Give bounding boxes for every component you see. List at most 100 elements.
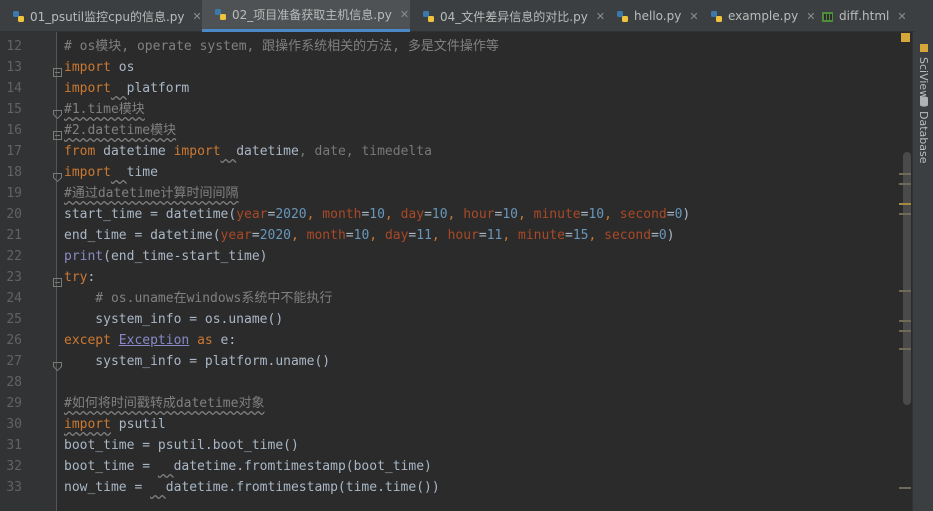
tab-01-psutil[interactable]: 01_psutil监控cpu的信息.py ✕ <box>0 0 202 32</box>
editor-tab-bar: 01_psutil监控cpu的信息.py ✕ 02_项目准备获取主机信息.py … <box>0 0 933 32</box>
database-icon <box>919 92 929 111</box>
python-file-icon <box>422 10 435 23</box>
tab-label: diff.html <box>839 9 890 23</box>
sciview-tool-tab[interactable]: SciView <box>913 38 933 99</box>
code-text: try: <box>64 270 96 285</box>
line-number: 33 <box>6 480 22 495</box>
code-line: 17 from datetime import datetime, date, … <box>0 141 900 162</box>
line-number: 27 <box>6 354 22 369</box>
line-number: 31 <box>6 438 22 453</box>
python-file-icon <box>214 8 227 21</box>
code-line: 14 import platform <box>0 78 900 99</box>
code-line: 30 import psutil <box>0 414 900 435</box>
code-editor[interactable]: 12 # os模块, operate system, 跟操作系统相关的方法, 多… <box>0 32 900 511</box>
code-line: 21 end_time = datetime(year=2020, month=… <box>0 225 900 246</box>
code-text: #通过datetime计算时间间隔 <box>64 186 239 201</box>
code-line: 29 #如何将时间戳转成datetime对象 <box>0 393 900 414</box>
code-text: #1.time模块 <box>64 102 145 117</box>
warning-mark[interactable] <box>899 320 911 322</box>
warning-mark[interactable] <box>899 213 911 215</box>
tab-diff-html[interactable]: diff.html ✕ <box>809 0 915 32</box>
code-text: start_time = datetime(year=2020, month=1… <box>64 207 691 222</box>
tab-04-diff[interactable]: 04_文件差异信息的对比.py ✕ <box>410 0 605 32</box>
tab-overflow[interactable] <box>915 0 933 32</box>
code-text: print(end_time-start_time) <box>64 249 268 264</box>
code-text: from datetime import datetime, date, tim… <box>64 144 432 159</box>
line-number: 20 <box>6 207 22 222</box>
close-tab-icon[interactable]: ✕ <box>400 8 409 21</box>
line-number: 26 <box>6 333 22 348</box>
line-number: 14 <box>6 81 22 96</box>
code-line: 18 import time <box>0 162 900 183</box>
code-text: now_time = datetime.fromtimestamp(time.t… <box>64 480 440 495</box>
database-label: Database <box>917 111 930 164</box>
code-line: 27 system_info = platform.uname() <box>0 351 900 372</box>
database-tool-tab[interactable]: Database <box>913 92 933 164</box>
code-line: 12 # os模块, operate system, 跟操作系统相关的方法, 多… <box>0 36 900 57</box>
right-tool-bar: SciView Database <box>912 32 933 511</box>
html-file-icon <box>821 10 834 23</box>
code-line: 28 <box>0 372 900 393</box>
line-number: 18 <box>6 165 22 180</box>
code-text: system_info = platform.uname() <box>64 354 331 369</box>
code-line: 31 boot_time = psutil.boot_time() <box>0 435 900 456</box>
line-number: 32 <box>6 459 22 474</box>
tab-hello[interactable]: hello.py ✕ <box>604 0 699 32</box>
tab-label: 04_文件差异信息的对比.py <box>440 9 588 24</box>
line-number: 19 <box>6 186 22 201</box>
python-file-icon <box>616 10 629 23</box>
warning-mark[interactable] <box>899 183 911 185</box>
code-line: 24 # os.uname在windows系统中不能执行 <box>0 288 900 309</box>
code-line: 26 except Exception as e: <box>0 330 900 351</box>
code-text: boot_time = psutil.boot_time() <box>64 438 299 453</box>
tab-label: example.py <box>728 9 799 23</box>
code-line: 16 #2.datetime模块 <box>0 120 900 141</box>
fold-open-icon[interactable] <box>53 63 62 77</box>
code-line: 20 start_time = datetime(year=2020, mont… <box>0 204 900 225</box>
line-number: 30 <box>6 417 22 432</box>
fold-open-icon[interactable] <box>53 126 62 140</box>
warning-mark[interactable] <box>899 487 911 489</box>
close-tab-icon[interactable]: ✕ <box>897 10 906 23</box>
line-number: 12 <box>6 39 22 54</box>
line-number: 25 <box>6 312 22 327</box>
tab-label: 01_psutil监控cpu的信息.py <box>30 9 185 24</box>
line-number: 13 <box>6 60 22 75</box>
line-number: 29 <box>6 396 22 411</box>
code-text: #如何将时间戳转成datetime对象 <box>64 396 265 411</box>
code-line: 23 try: <box>0 267 900 288</box>
sciview-icon <box>919 38 929 57</box>
line-number: 21 <box>6 228 22 243</box>
code-text: import time <box>64 165 158 180</box>
warning-mark[interactable] <box>899 173 911 175</box>
line-number: 28 <box>6 375 22 390</box>
tab-example[interactable]: example.py ✕ <box>698 0 815 32</box>
warning-mark[interactable] <box>899 290 911 292</box>
fold-open-icon[interactable] <box>53 273 62 287</box>
close-tab-icon[interactable]: ✕ <box>192 10 201 23</box>
warning-indicator-icon[interactable] <box>901 33 910 42</box>
python-file-icon <box>710 10 723 23</box>
code-text: import platform <box>64 81 190 96</box>
fold-end-icon[interactable] <box>53 357 62 372</box>
code-text: boot_time = datetime.fromtimestamp(boot_… <box>64 459 432 474</box>
code-text: import os <box>64 60 135 75</box>
fold-end-icon[interactable] <box>53 105 62 120</box>
line-number: 16 <box>6 123 22 138</box>
warning-mark[interactable] <box>899 330 911 332</box>
tab-02-project[interactable]: 02_项目准备获取主机信息.py ✕ <box>202 0 410 32</box>
python-file-icon <box>12 10 25 23</box>
tab-label: hello.py <box>634 9 682 23</box>
code-text: system_info = os.uname() <box>64 312 284 327</box>
code-text: import psutil <box>64 417 166 432</box>
warning-mark[interactable] <box>899 348 911 350</box>
code-text: #2.datetime模块 <box>64 123 177 138</box>
code-text: except Exception as e: <box>64 333 237 348</box>
code-line: 22 print(end_time-start_time) <box>0 246 900 267</box>
vertical-scrollbar-thumb[interactable] <box>903 152 911 405</box>
warning-mark[interactable] <box>899 203 911 205</box>
code-text: # os.uname在windows系统中不能执行 <box>64 291 333 306</box>
code-line: 25 system_info = os.uname() <box>0 309 900 330</box>
code-text: # os模块, operate system, 跟操作系统相关的方法, 多是文件… <box>64 39 499 54</box>
fold-end-icon[interactable] <box>53 168 62 183</box>
